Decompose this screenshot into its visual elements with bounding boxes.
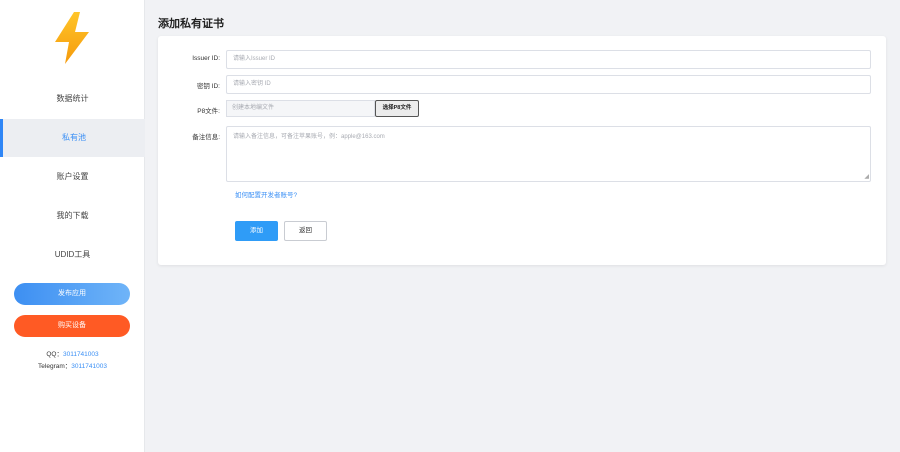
sidebar-item-udid-tool[interactable]: UDID工具 [0,236,145,274]
telegram-contact: Telegram：3011741003 [0,360,145,370]
key-id-input[interactable]: 请输入密钥 ID [226,75,871,94]
qq-label: QQ： [46,351,63,358]
note-textarea[interactable]: 请输入备注信息，可备注苹果账号，例：apple@163.com ◢ [226,126,871,182]
publish-app-button[interactable]: 发布应用 [14,283,130,305]
sidebar-item-private-pool[interactable]: 私有池 [0,119,145,157]
note-placeholder: 请输入备注信息，可备注苹果账号，例：apple@163.com [233,134,385,140]
sidebar-item-account-settings[interactable]: 账户设置 [0,158,145,196]
key-id-label: 密钥 ID: [196,83,220,90]
certificate-form-card: Issuer ID: 请输入Issuer ID 密钥 ID: 请输入密钥 ID … [158,36,886,265]
note-label: 备注信息: [192,134,220,141]
issuer-id-input[interactable]: 请输入Issuer ID [226,50,871,69]
buy-device-button[interactable]: 购买设备 [14,315,130,337]
back-button[interactable]: 返回 [284,221,327,241]
sidebar: 数据统计 私有池 账户设置 我的下载 UDID工具 发布应用 购买设备 QQ：3… [0,0,145,452]
page-title: 添加私有证书 [158,18,224,30]
lightning-bolt-icon [55,12,89,64]
choose-p8-file-button[interactable]: 选择P8文件 [375,100,419,117]
sidebar-item-statistics[interactable]: 数据统计 [0,80,145,118]
add-button[interactable]: 添加 [235,221,278,241]
telegram-link[interactable]: 3011741003 [71,363,107,370]
developer-account-help-link[interactable]: 如何配置开发者账号? [235,189,297,199]
qq-contact: QQ：3011741003 [0,348,145,358]
telegram-label: Telegram： [38,363,72,370]
qq-number-link[interactable]: 3011741003 [63,351,99,358]
p8-file-display: 创建本地编文件 [226,100,375,117]
sidebar-item-my-downloads[interactable]: 我的下载 [0,197,145,235]
issuer-id-label: Issuer ID: [192,55,220,62]
p8-file-label: P8文件: [197,108,220,115]
resize-handle-icon[interactable]: ◢ [864,174,869,180]
